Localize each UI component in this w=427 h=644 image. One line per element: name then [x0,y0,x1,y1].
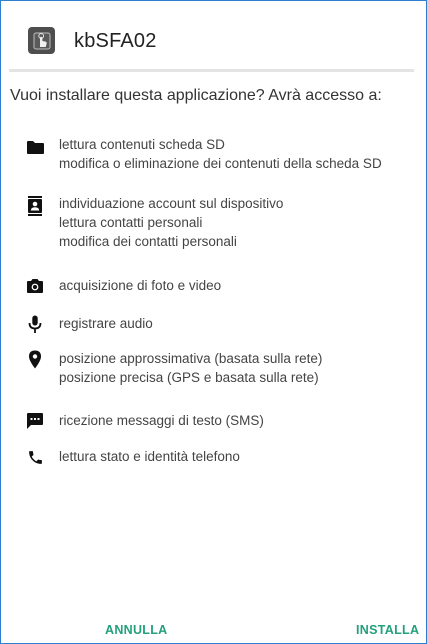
permission-lines: ricezione messaggi di testo (SMS) [59,411,264,430]
permission-text: modifica o eliminazione dei contenuti de… [59,156,382,171]
permission-text: lettura contenuti scheda SD [59,137,225,152]
permission-lines: acquisizione di foto e video [59,276,221,295]
app-title: kbSFA02 [74,30,157,52]
header-divider [9,69,414,72]
microphone-icon [25,314,45,334]
location-pin-icon [25,349,45,369]
message-icon [25,411,45,431]
permission-lines: individuazione account sul dispositivo l… [59,194,283,251]
camera-icon [25,276,45,296]
permission-text: modifica dei contatti personali [59,234,237,249]
permission-text: acquisizione di foto e video [59,278,222,293]
install-question: Vuoi installare questa applicazione? Avr… [10,87,382,104]
permission-text: individuazione account sul dispositivo [59,196,284,211]
permission-lines: registrare audio [59,314,153,333]
install-dialog: kbSFA02 Vuoi installare questa applicazi… [0,0,427,644]
permission-text: posizione precisa (GPS e basata sulla re… [59,370,319,385]
permission-lines: lettura stato e identità telefono [59,447,240,466]
contacts-icon [25,196,45,216]
permission-lines: posizione approssimativa (basata sulla r… [59,349,322,387]
permission-text: ricezione messaggi di testo (SMS) [59,413,264,428]
phone-icon [25,447,45,467]
dialog-header: kbSFA02 [1,1,426,69]
permission-text: registrare audio [59,316,153,331]
cancel-button[interactable]: ANNULLA [105,623,168,637]
folder-icon [25,137,45,157]
permission-text: posizione approssimativa (basata sulla r… [59,351,323,366]
app-icon [28,27,55,54]
permission-lines: lettura contenuti scheda SD modifica o e… [59,135,382,173]
install-button[interactable]: INSTALLA [356,623,419,637]
permission-text: lettura contatti personali [59,215,203,230]
touch-hand-icon [33,32,50,49]
permission-text: lettura stato e identità telefono [59,449,240,464]
